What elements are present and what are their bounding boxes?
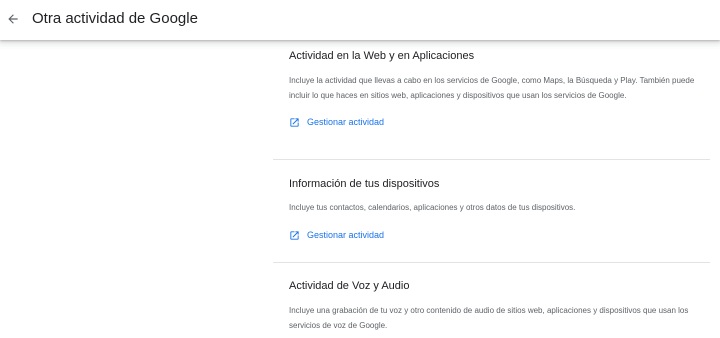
open-in-new-icon [290, 230, 299, 240]
section-title: Actividad en la Web y en Aplicaciones [289, 50, 475, 62]
activity-list: Actividad en la Web y en Aplicaciones In… [273, 40, 710, 338]
section-voice-audio-activity: Actividad de Voz y Audio Incluye una gra… [273, 263, 710, 338]
app-bar: Otra actividad de Google [0, 0, 720, 40]
section-device-info: Información de tus dispositivos Incluye … [273, 160, 710, 263]
manage-activity-label: Gestionar actividad [307, 117, 385, 127]
section-web-app-activity: Actividad en la Web y en Aplicaciones In… [273, 40, 710, 160]
arrow-back-icon [8, 14, 18, 24]
section-title: Información de tus dispositivos [289, 178, 440, 190]
open-in-new-icon [290, 117, 299, 127]
section-description: Incluye una grabación de tu voz y otro c… [289, 306, 689, 330]
section-description: Incluye la actividad que llevas a cabo e… [289, 76, 695, 100]
back-button[interactable] [0, 0, 26, 38]
manage-activity-link[interactable]: Gestionar actividad [289, 115, 384, 129]
manage-activity-label: Gestionar actividad [307, 230, 385, 240]
page-title: Otra actividad de Google [32, 10, 198, 27]
section-description: Incluye tus contactos, calendarios, apli… [289, 203, 576, 212]
section-title: Actividad de Voz y Audio [289, 280, 410, 292]
manage-activity-link[interactable]: Gestionar actividad [289, 228, 384, 242]
